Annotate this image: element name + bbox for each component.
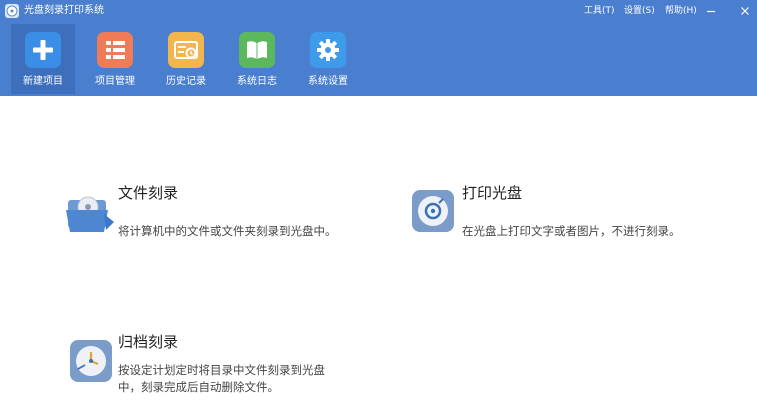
toolbar-history[interactable]: 历史记录: [154, 24, 218, 94]
window-title: 光盘刻录打印系统: [24, 5, 104, 16]
toolbar-label: 系统日志: [237, 76, 277, 87]
menu-settings[interactable]: 设置(S): [624, 4, 655, 18]
gear-icon: [310, 32, 346, 68]
close-button[interactable]: [737, 3, 753, 19]
app-header: 光盘刻录打印系统 工具(T) 设置(S) 帮助(H) 新建项目 项目管理 历史记…: [0, 0, 757, 96]
feature-title: 归档刻录: [118, 333, 179, 351]
plus-icon: [25, 32, 61, 68]
feature-description: 在光盘上打印文字或者图片，不进行刻录。: [462, 224, 681, 238]
title-bar: 光盘刻录打印系统 工具(T) 设置(S) 帮助(H): [0, 0, 757, 22]
toolbar-label: 新建项目: [23, 76, 63, 87]
minimize-button[interactable]: [703, 3, 719, 19]
menu-help[interactable]: 帮助(H): [665, 4, 697, 18]
feature-description: 按设定计划定时将目录中文件刻录到光盘中，刻录完成后自动删除文件。: [118, 363, 325, 394]
app-logo-icon: [5, 4, 19, 18]
toolbar-system-log[interactable]: 系统日志: [225, 24, 289, 94]
menu-tools[interactable]: 工具(T): [584, 4, 615, 18]
disc-print-icon: [411, 189, 455, 233]
main-content: 文件刻录 将计算机中的文件或文件夹刻录到光盘中。 打印光盘 在光盘上打印文字或者…: [0, 96, 757, 400]
feature-title: 打印光盘: [462, 184, 523, 202]
minimize-icon: [707, 10, 715, 13]
toolbar-label: 系统设置: [308, 76, 348, 87]
close-icon: [741, 7, 749, 15]
book-icon: [239, 32, 275, 68]
list-icon: [97, 32, 133, 68]
toolbar-project-management[interactable]: 项目管理: [83, 24, 147, 94]
archive-clock-icon: [69, 339, 113, 383]
toolbar-system-settings[interactable]: 系统设置: [296, 24, 360, 94]
feature-title: 文件刻录: [118, 184, 179, 202]
toolbar-label: 项目管理: [95, 76, 135, 87]
folder-disc-icon: [64, 190, 116, 234]
feature-description: 将计算机中的文件或文件夹刻录到光盘中。: [118, 224, 337, 238]
toolbar-new-project[interactable]: 新建项目: [11, 24, 75, 94]
history-icon: [168, 32, 204, 68]
toolbar-label: 历史记录: [166, 76, 206, 87]
